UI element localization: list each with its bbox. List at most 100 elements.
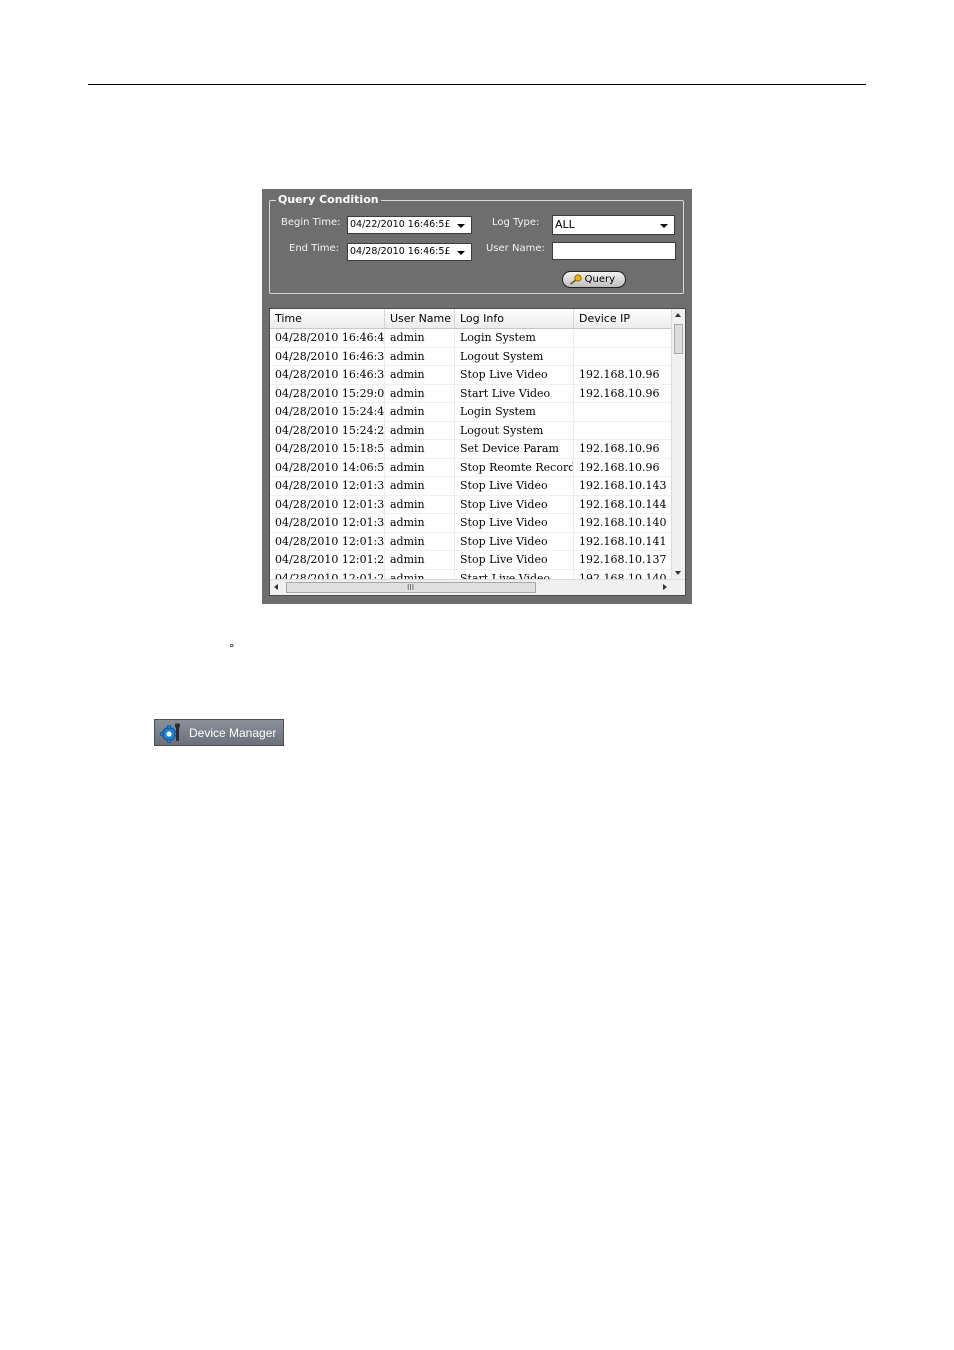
user-name-cell: admin — [385, 329, 455, 347]
chevron-down-icon[interactable] — [660, 224, 668, 228]
scroll-grip: III — [407, 583, 415, 592]
time-cell: 04/28/2010 16:46:34 — [270, 366, 385, 384]
log-info-cell: Login System — [455, 403, 574, 421]
begin-time-value: 04/22/2010 16:46:5£ — [350, 219, 451, 230]
device-ip-cell — [574, 403, 672, 421]
horizontal-scrollbar[interactable]: III — [270, 579, 685, 595]
user-name-cell: admin — [385, 477, 455, 495]
time-cell: 04/28/2010 16:46:44 — [270, 329, 385, 347]
gear-wrench-icon — [160, 723, 180, 743]
time-cell: 04/28/2010 12:01:28 — [270, 551, 385, 569]
log-info-cell: Logout System — [455, 421, 574, 440]
time-cell: 04/28/2010 12:01:33 — [270, 514, 385, 532]
log-type-select[interactable]: ALL — [552, 215, 675, 235]
user-name-cell: admin — [385, 403, 455, 421]
chevron-down-icon[interactable] — [457, 251, 465, 255]
device-ip-cell: 192.168.10.96 — [579, 460, 660, 474]
time-cell: 04/28/2010 12:01:33 — [270, 532, 385, 551]
log-type-label: Log Type: — [492, 217, 540, 228]
degree-mark: ° — [229, 642, 235, 655]
column-header-time[interactable]: Time — [270, 309, 385, 328]
log-info-cell: Stop Live Video — [455, 495, 574, 514]
user-name-cell: admin — [385, 347, 455, 366]
scroll-right-arrow-icon[interactable] — [663, 584, 667, 590]
device-ip-cell: 192.168.10.96 — [579, 386, 660, 400]
key-icon — [570, 274, 582, 285]
scroll-down-arrow-icon[interactable] — [675, 571, 681, 575]
device-ip-cell: 192.168.10.137 — [579, 553, 667, 566]
device-ip-cell — [574, 422, 672, 440]
log-info-cell: Login System — [455, 329, 574, 347]
table-row[interactable]: 04/28/2010 12:01:34 admin Stop Live Vide… — [270, 495, 672, 514]
time-cell: 04/28/2010 16:46:35 — [270, 347, 385, 366]
user-name-cell: admin — [385, 532, 455, 551]
time-cell: 04/28/2010 12:01:34 — [270, 477, 385, 495]
user-name-cell: admin — [385, 384, 455, 403]
device-manager-label: Device Manager — [189, 726, 277, 740]
log-info-cell: Stop Live Video — [455, 514, 574, 532]
vertical-scroll-thumb[interactable] — [674, 324, 683, 354]
table-row[interactable]: 04/28/2010 15:18:59 admin Set Device Par… — [270, 440, 672, 459]
table-row[interactable]: 04/28/2010 16:46:34 admin Stop Live Vide… — [270, 366, 672, 385]
log-info-cell: Stop Live Video — [455, 366, 574, 384]
begin-time-picker[interactable]: 04/22/2010 16:46:5£ — [347, 216, 472, 234]
page-header-rule — [88, 84, 866, 85]
table-row[interactable]: 04/28/2010 12:01:33 admin Stop Live Vide… — [270, 532, 672, 551]
query-condition-title: Query Condition — [276, 193, 381, 206]
device-ip-cell: 192.168.10.141 — [579, 534, 667, 548]
device-ip-cell — [574, 329, 672, 347]
device-ip-cell — [574, 348, 672, 366]
column-header-log-info[interactable]: Log Info — [455, 309, 574, 328]
log-info-cell: Logout System — [455, 347, 574, 366]
user-name-cell: admin — [385, 366, 455, 384]
user-name-input[interactable] — [552, 242, 676, 260]
time-cell: 04/28/2010 15:24:40 — [270, 403, 385, 421]
table-row[interactable]: 04/28/2010 16:46:44 admin Login System — [270, 329, 672, 348]
vertical-scrollbar[interactable] — [671, 309, 685, 579]
horizontal-scroll-thumb[interactable]: III — [286, 582, 536, 593]
table-row[interactable]: 04/28/2010 15:24:24 admin Logout System — [270, 421, 672, 440]
time-cell: 04/28/2010 15:18:59 — [270, 440, 385, 458]
log-search-panel: Query Condition Begin Time: 04/22/2010 1… — [262, 189, 692, 604]
table-row[interactable]: 04/28/2010 12:01:33 admin Stop Live Vide… — [270, 514, 672, 533]
device-manager-button[interactable]: Device Manager — [154, 719, 284, 746]
user-name-cell: admin — [385, 421, 455, 440]
device-ip-cell: 192.168.10.143 — [579, 479, 667, 492]
query-button-label: Query — [584, 274, 615, 285]
scroll-up-arrow-icon[interactable] — [675, 313, 681, 317]
user-name-cell: admin — [385, 458, 455, 477]
begin-time-label: Begin Time: — [281, 217, 341, 228]
end-time-label: End Time: — [289, 243, 340, 254]
log-info-cell: Start Live Video — [455, 384, 574, 403]
device-ip-cell: 192.168.10.144 — [579, 497, 667, 511]
scroll-left-arrow-icon[interactable] — [274, 584, 278, 590]
column-header-device-ip[interactable]: Device IP — [574, 309, 672, 328]
log-info-cell: Stop Live Video — [455, 477, 574, 495]
time-cell: 04/28/2010 14:06:55 — [270, 458, 385, 477]
device-ip-cell: 192.168.10.96 — [579, 368, 660, 381]
end-time-picker[interactable]: 04/28/2010 16:46:5£ — [347, 243, 472, 261]
end-time-value: 04/28/2010 16:46:5£ — [350, 246, 451, 257]
log-info-cell: Set Device Param — [455, 440, 574, 458]
chevron-down-icon[interactable] — [457, 224, 465, 228]
time-cell: 04/28/2010 15:29:01 — [270, 384, 385, 403]
device-ip-cell: 192.168.10.140 — [579, 516, 667, 529]
table-row[interactable]: 04/28/2010 12:01:28 admin Stop Live Vide… — [270, 551, 672, 570]
table-row[interactable]: 04/28/2010 15:24:40 admin Login System — [270, 403, 672, 422]
table-row[interactable]: 04/28/2010 12:01:34 admin Stop Live Vide… — [270, 477, 672, 496]
user-name-cell: admin — [385, 551, 455, 569]
device-ip-cell: 192.168.10.96 — [579, 442, 660, 455]
user-name-cell: admin — [385, 440, 455, 458]
log-type-value: ALL — [555, 218, 575, 231]
log-info-cell: Stop Live Video — [455, 551, 574, 569]
query-button[interactable]: Query — [562, 271, 626, 288]
column-header-user-name[interactable]: User Name — [385, 309, 455, 328]
query-condition-group: Query Condition Begin Time: 04/22/2010 1… — [269, 194, 684, 294]
table-row[interactable]: 04/28/2010 15:29:01 admin Start Live Vid… — [270, 384, 672, 403]
time-cell: 04/28/2010 12:01:34 — [270, 495, 385, 514]
table-row[interactable]: 04/28/2010 16:46:35 admin Logout System — [270, 347, 672, 366]
log-table: Time User Name Log Info Device IP 04/28/… — [269, 308, 686, 596]
log-info-cell: Stop Live Video — [455, 532, 574, 551]
user-name-cell: admin — [385, 514, 455, 532]
table-row[interactable]: 04/28/2010 14:06:55 admin Stop Reomte Re… — [270, 458, 672, 477]
